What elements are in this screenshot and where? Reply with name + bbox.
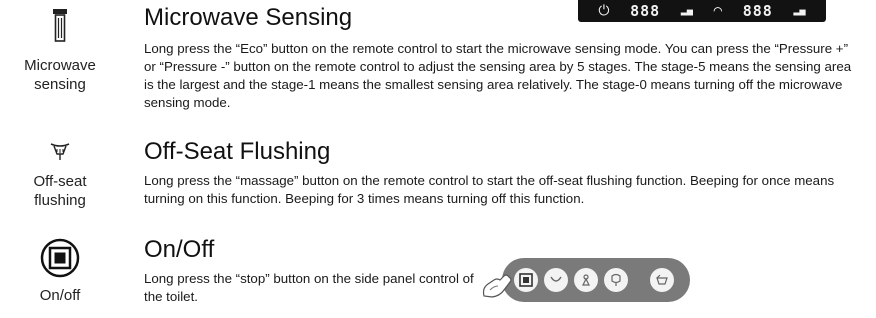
- side-control-panel: [502, 258, 690, 302]
- on-off-description: Long press the “stop” button on the side…: [144, 271, 474, 304]
- signal-level-icon: ▂▄: [680, 5, 693, 16]
- microwave-sensor-icon: [53, 9, 67, 42]
- microwave-sensing-label: Microwave sensing: [24, 57, 96, 93]
- remote-display-strip: ⏻ 888 ▂▄ ◠ 888 ▂▄: [578, 0, 826, 22]
- off-seat-flushing-title: Off-Seat Flushing: [144, 138, 331, 165]
- panel-flush-button[interactable]: [650, 268, 674, 292]
- panel-stop-button[interactable]: [514, 268, 538, 292]
- flush-icon: [656, 274, 668, 285]
- rear-wash-icon: [550, 276, 562, 282]
- on-off-label: On/off: [39, 287, 81, 304]
- microwave-sensing-sidebar: Microwave sensing: [0, 8, 120, 94]
- display-left-reading: 888: [630, 2, 661, 20]
- microwave-sensing-section: Microwave sensing Microwave Sensing Long…: [0, 0, 876, 128]
- level-indicator-icon: ▂▄: [793, 5, 806, 16]
- microwave-sensing-title: Microwave Sensing: [144, 4, 353, 31]
- off-seat-flushing-sidebar: Off-seat flushing: [0, 140, 120, 210]
- pointing-hand-icon: [482, 274, 512, 298]
- stop-button-icon: [40, 238, 80, 278]
- on-off-title: On/Off: [144, 236, 215, 263]
- power-icon: ⏻: [598, 3, 610, 19]
- microwave-sensing-description: Long press the “Eco” button on the remot…: [144, 41, 852, 110]
- stop-button-icon: [519, 273, 533, 287]
- off-seat-flushing-section: Off-seat flushing Off-Seat Flushing Long…: [0, 134, 876, 224]
- panel-rear-wash-button[interactable]: [544, 268, 568, 292]
- on-off-section: On/off On/Off Long press the “stop” butt…: [0, 232, 876, 318]
- front-wash-icon: [582, 274, 590, 286]
- panel-dryer-button[interactable]: [604, 268, 628, 292]
- off-seat-flushing-label: Off-seat flushing: [33, 173, 87, 209]
- off-seat-flushing-icon: [50, 143, 70, 160]
- display-right-reading: 888: [742, 2, 773, 20]
- on-off-sidebar: On/off: [0, 238, 120, 305]
- off-seat-flushing-description: Long press the “massage” button on the r…: [144, 173, 835, 206]
- wifi-icon: ◠: [713, 3, 723, 19]
- panel-front-wash-button[interactable]: [574, 268, 598, 292]
- dryer-icon: [611, 273, 621, 286]
